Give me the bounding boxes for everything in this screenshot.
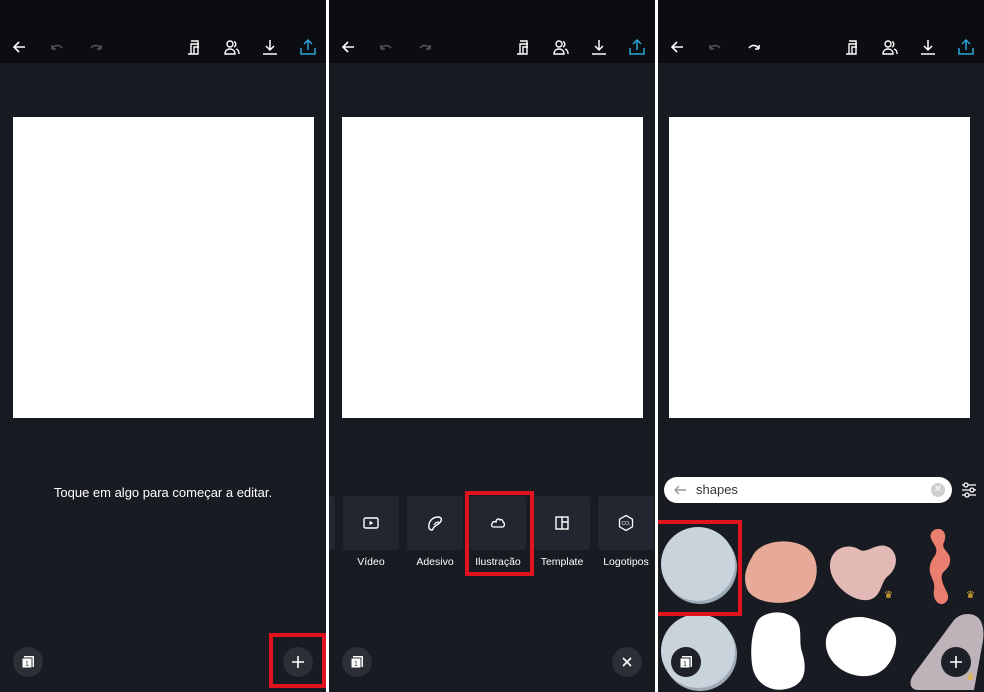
plus-icon [950, 656, 962, 668]
back-icon[interactable] [667, 37, 687, 57]
premium-crown-icon: ♛ [966, 672, 975, 683]
add-option-label: Adesivo [416, 556, 454, 568]
redo-icon[interactable] [86, 37, 106, 57]
undo-icon[interactable] [376, 37, 396, 57]
highlight-box [658, 520, 742, 616]
page-count: 1 [354, 661, 358, 668]
resize-icon[interactable] [184, 37, 204, 57]
pages-button[interactable]: 1 [671, 647, 701, 677]
pages-icon: 1 [21, 656, 34, 669]
filter-icon[interactable] [960, 481, 978, 499]
empty-canvas-hint: Toque em algo para começar a editar. [53, 485, 273, 500]
shape-circle-result[interactable] [658, 612, 742, 692]
shape-blob-result[interactable] [748, 610, 810, 692]
highlight-box [269, 633, 326, 688]
close-icon [622, 657, 632, 667]
pages-button[interactable]: 1 [342, 647, 372, 677]
clear-icon[interactable]: ✕ [931, 483, 945, 497]
design-canvas[interactable] [669, 117, 970, 418]
download-icon[interactable] [260, 37, 280, 57]
add-element-button[interactable] [941, 647, 971, 677]
redo-icon[interactable] [744, 37, 764, 57]
page-count: 1 [683, 661, 687, 668]
pages-icon: 1 [679, 656, 692, 669]
add-option-sticker[interactable] [407, 496, 463, 550]
shape-blob-result[interactable] [920, 526, 964, 608]
redo-icon[interactable] [415, 37, 435, 57]
template-icon [555, 516, 569, 530]
shape-blob-result[interactable] [742, 535, 820, 605]
add-option-label: Template [540, 556, 584, 568]
export-icon[interactable] [956, 37, 976, 57]
back-icon[interactable] [338, 37, 358, 57]
logo-icon: CO. [618, 514, 634, 532]
share-people-icon[interactable] [880, 37, 900, 57]
add-option-video[interactable] [343, 496, 399, 550]
design-canvas[interactable] [13, 117, 314, 418]
export-icon[interactable] [298, 37, 318, 57]
add-option-label: Vídeo [357, 556, 385, 568]
download-icon[interactable] [589, 37, 609, 57]
undo-icon[interactable] [705, 37, 725, 57]
top-toolbar [0, 0, 326, 63]
share-people-icon[interactable] [222, 37, 242, 57]
resize-icon[interactable] [842, 37, 862, 57]
top-toolbar [329, 0, 655, 63]
back-arrow-icon[interactable] [672, 482, 688, 498]
svg-text:CO.: CO. [622, 521, 631, 527]
video-icon [363, 517, 379, 529]
page-count: 1 [25, 661, 29, 668]
close-button[interactable] [612, 647, 642, 677]
add-option-label: Logotipos [603, 556, 649, 568]
highlight-box [465, 491, 534, 576]
top-toolbar [658, 0, 984, 63]
search-input[interactable]: shapes [696, 482, 738, 497]
editor-panel-3: shapes ✕ ♛ ♛ ♛ 1 [658, 0, 984, 692]
undo-icon[interactable] [47, 37, 67, 57]
design-canvas[interactable] [342, 117, 643, 418]
export-icon[interactable] [627, 37, 647, 57]
add-option-partial[interactable] [329, 496, 335, 550]
pages-icon: 1 [350, 656, 363, 669]
shape-blob-result[interactable] [822, 614, 902, 680]
premium-crown-icon: ♛ [966, 590, 975, 601]
add-option-logo[interactable]: CO. [598, 496, 654, 550]
editor-panel-2: Vídeo Adesivo Ilustração Template CO. Lo… [329, 0, 655, 692]
premium-crown-icon: ♛ [884, 590, 893, 601]
download-icon[interactable] [918, 37, 938, 57]
sticker-icon [428, 516, 443, 531]
search-bar[interactable]: shapes ✕ [664, 477, 952, 503]
share-people-icon[interactable] [551, 37, 571, 57]
resize-icon[interactable] [513, 37, 533, 57]
add-option-template[interactable] [534, 496, 590, 550]
editor-panel-1: Toque em algo para começar a editar. 1 [0, 0, 326, 692]
pages-button[interactable]: 1 [13, 647, 43, 677]
back-icon[interactable] [9, 37, 29, 57]
